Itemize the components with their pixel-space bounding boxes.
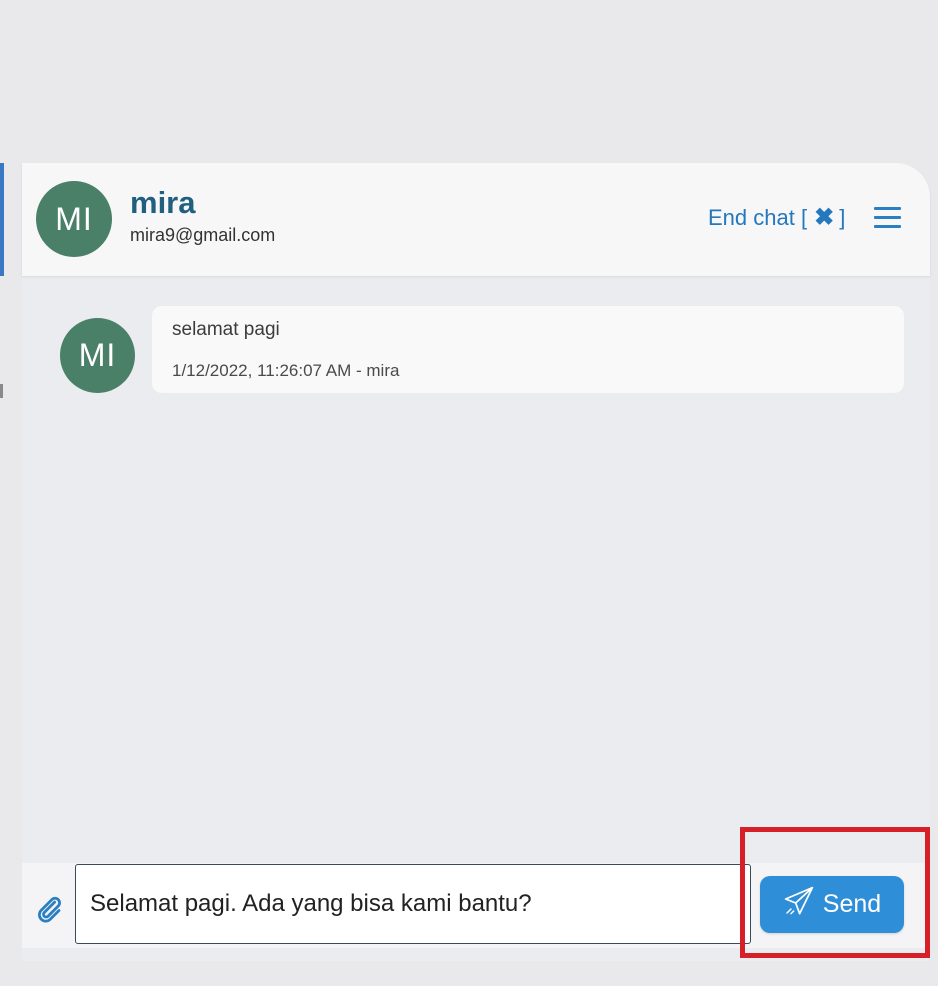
send-label: Send [822, 890, 882, 918]
menu-icon[interactable] [874, 207, 901, 229]
contact-email: mira9@gmail.com [130, 225, 276, 245]
end-chat-button[interactable]: End chat [ ✖ ] [708, 203, 845, 232]
chat-window: MI mira mira9@gmail.com End chat [ ✖ ] M… [22, 163, 930, 961]
close-icon: ✖ [814, 204, 835, 231]
send-button[interactable]: Send [760, 876, 904, 933]
composer-bar: Send [22, 863, 930, 948]
end-chat-bracket: ] [839, 204, 846, 230]
contact-name: mira [130, 185, 196, 220]
end-chat-label: End chat [ [708, 204, 808, 230]
message-timestamp: 1/12/2022, 11:26:07 AM - mira [172, 361, 400, 380]
left-accent-bar [0, 163, 4, 276]
chat-header: MI mira mira9@gmail.com End chat [ ✖ ] [22, 163, 930, 276]
paperclip-icon[interactable] [34, 894, 64, 924]
message-bubble: selamat pagi 1/12/2022, 11:26:07 AM - mi… [152, 306, 904, 393]
message-avatar: MI [60, 318, 135, 393]
avatar: MI [36, 181, 112, 257]
left-edge-marker [0, 384, 3, 398]
message-text: selamat pagi [172, 319, 280, 340]
paper-plane-icon [783, 885, 815, 924]
message-input[interactable] [75, 864, 751, 944]
